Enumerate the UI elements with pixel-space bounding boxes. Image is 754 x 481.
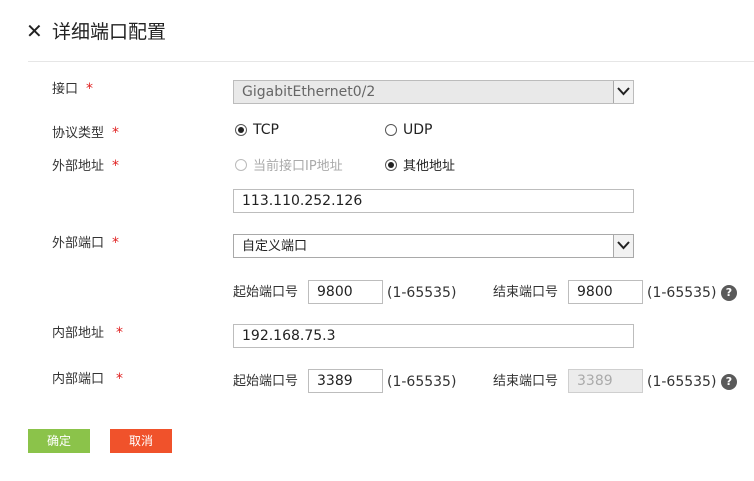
external-address-value: 113.110.252.126 <box>242 193 363 209</box>
external-start-port-label: 起始端口号 <box>233 285 299 300</box>
internal-start-port-range: (1-65535) <box>387 374 457 390</box>
protocol-udp-label: UDP <box>403 122 433 138</box>
external-start-port-range: (1-65535) <box>387 285 457 301</box>
interface-select[interactable]: GigabitEthernet0/2 <box>233 80 634 104</box>
required-mark: * <box>116 371 124 387</box>
external-end-port-value: 9800 <box>577 284 613 300</box>
internal-address-label: 内部地址 * <box>52 324 123 343</box>
external-start-port-value: 9800 <box>317 284 353 300</box>
header-divider <box>28 61 754 62</box>
protocol-label-text: 协议类型 <box>52 126 105 141</box>
required-mark: * <box>112 235 120 251</box>
external-start-port-input[interactable]: 9800 <box>308 280 383 304</box>
interface-label: 接口 * <box>52 80 93 99</box>
external-port-label-text: 外部端口 <box>52 236 105 251</box>
external-port-mode-value: 自定义端口 <box>242 239 308 254</box>
required-mark: * <box>112 125 120 141</box>
interface-select-value: GigabitEthernet0/2 <box>242 84 376 100</box>
internal-end-port-input: 3389 <box>568 369 643 393</box>
required-mark: * <box>116 325 124 341</box>
internal-end-port-label: 结束端口号 <box>493 374 559 389</box>
interface-label-text: 接口 <box>52 82 79 97</box>
internal-end-port-range: (1-65535) <box>647 374 717 390</box>
external-address-other-radio[interactable]: 其他地址 <box>385 155 455 174</box>
radio-checked-icon <box>385 158 397 171</box>
required-mark: * <box>112 158 120 174</box>
external-end-port-range: (1-65535) <box>647 285 717 301</box>
internal-start-port-label: 起始端口号 <box>233 374 299 389</box>
current-ip-label: 当前接口IP地址 <box>253 159 343 174</box>
close-icon[interactable]: ✕ <box>26 20 43 42</box>
external-end-port-label: 结束端口号 <box>493 285 559 300</box>
internal-end-port-value: 3389 <box>577 373 613 389</box>
internal-port-label: 内部端口 * <box>52 370 123 389</box>
protocol-tcp-radio[interactable]: TCP <box>235 122 279 138</box>
chevron-down-icon <box>613 81 633 103</box>
protocol-label: 协议类型 * <box>52 124 119 143</box>
internal-port-label-text: 内部端口 <box>52 372 105 387</box>
internal-start-port-input[interactable]: 3389 <box>308 369 383 393</box>
external-address-label: 外部地址 * <box>52 157 119 176</box>
help-icon[interactable]: ? <box>721 374 737 390</box>
required-mark: * <box>86 81 94 97</box>
internal-address-input[interactable]: 192.168.75.3 <box>233 324 634 348</box>
radio-unchecked-icon <box>385 124 397 136</box>
external-port-label: 外部端口 * <box>52 234 119 253</box>
other-address-label: 其他地址 <box>403 159 456 174</box>
help-icon[interactable]: ? <box>721 285 737 301</box>
dialog-header: ✕ 详细端口配置 <box>0 0 754 60</box>
radio-checked-icon <box>235 124 247 136</box>
external-port-mode-select[interactable]: 自定义端口 <box>233 234 634 258</box>
internal-start-port-value: 3389 <box>317 373 353 389</box>
protocol-tcp-label: TCP <box>253 122 279 138</box>
protocol-udp-radio[interactable]: UDP <box>385 122 432 138</box>
external-address-current-ip-radio: 当前接口IP地址 <box>235 155 343 174</box>
chevron-down-icon <box>613 235 633 257</box>
confirm-button[interactable]: 确定 <box>28 429 90 453</box>
internal-address-label-text: 内部地址 <box>52 326 105 341</box>
external-address-input[interactable]: 113.110.252.126 <box>233 189 634 213</box>
external-end-port-input[interactable]: 9800 <box>568 280 643 304</box>
cancel-button[interactable]: 取消 <box>110 429 172 453</box>
external-address-label-text: 外部地址 <box>52 159 105 174</box>
page-title: 详细端口配置 <box>52 21 167 43</box>
radio-unchecked-icon <box>235 158 247 171</box>
internal-address-value: 192.168.75.3 <box>242 328 336 344</box>
